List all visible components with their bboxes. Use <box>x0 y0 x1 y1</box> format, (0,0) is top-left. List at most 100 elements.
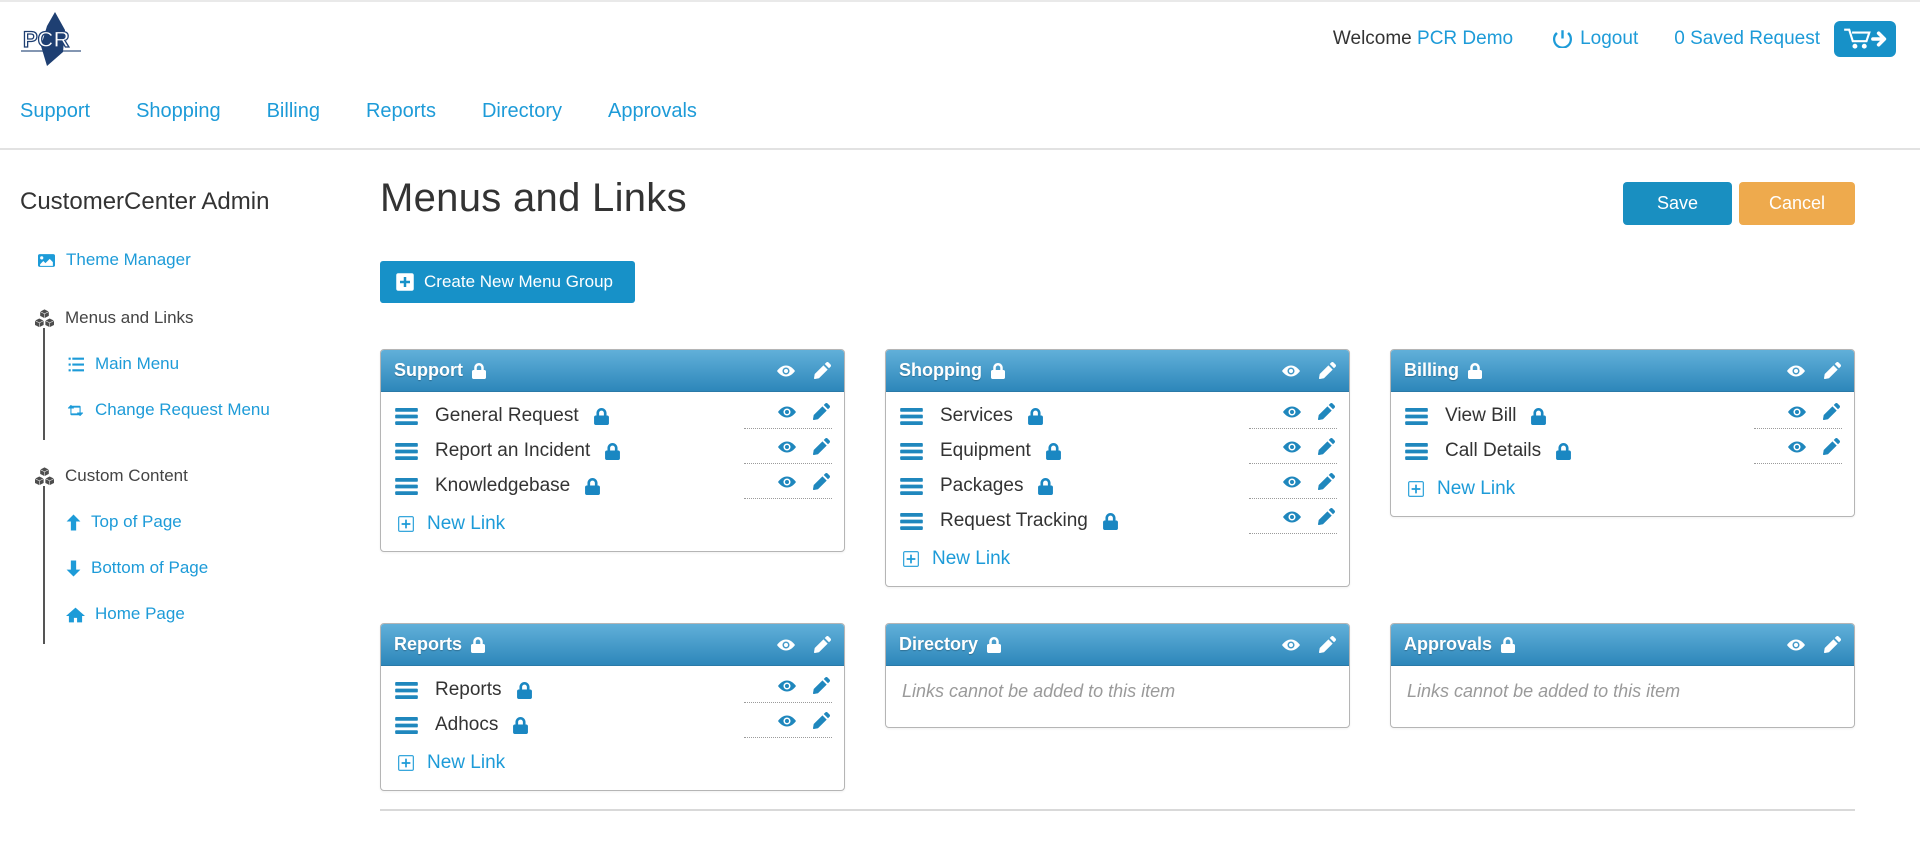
drag-handle-icon[interactable] <box>900 513 923 530</box>
eye-icon[interactable] <box>1280 637 1302 653</box>
pencil-icon[interactable] <box>813 438 830 455</box>
welcome-text: Welcome PCR Demo <box>1333 28 1513 50</box>
drag-handle-icon[interactable] <box>1405 443 1428 460</box>
drag-handle-icon[interactable] <box>1405 408 1428 425</box>
nav-item-shopping[interactable]: Shopping <box>136 100 221 123</box>
nav-item-approvals[interactable]: Approvals <box>608 100 697 123</box>
eye-icon[interactable] <box>1281 509 1303 525</box>
pencil-icon[interactable] <box>1318 438 1335 455</box>
menu-group-title: Reports <box>394 634 462 655</box>
nav-item-directory[interactable]: Directory <box>482 100 562 123</box>
eye-icon[interactable] <box>775 363 797 379</box>
menu-group-header: Reports <box>381 624 844 666</box>
new-link-button[interactable]: New Link <box>395 499 505 541</box>
cart-button[interactable] <box>1834 21 1896 57</box>
eye-icon[interactable] <box>1785 637 1807 653</box>
pencil-icon[interactable] <box>1318 473 1335 490</box>
eye-icon[interactable] <box>1280 363 1302 379</box>
lock-icon <box>1556 443 1571 460</box>
pencil-icon[interactable] <box>814 362 831 379</box>
pencil-icon[interactable] <box>813 712 830 729</box>
plus-square-icon <box>397 515 415 533</box>
sidebar-item-top-of-page[interactable]: Top of Page <box>66 512 380 532</box>
user-name-link[interactable]: PCR Demo <box>1417 28 1513 49</box>
new-link-button[interactable]: New Link <box>1405 464 1515 506</box>
menu-group-header: Directory <box>886 624 1349 666</box>
drag-handle-icon[interactable] <box>395 717 418 734</box>
eye-icon[interactable] <box>776 713 798 729</box>
create-new-menu-group-button[interactable]: Create New Menu Group <box>380 261 635 303</box>
eye-icon[interactable] <box>1281 474 1303 490</box>
eye-icon[interactable] <box>776 404 798 420</box>
pencil-icon[interactable] <box>813 677 830 694</box>
sidebar-section-menus-and-links: Menus and Links <box>34 308 380 328</box>
drag-handle-icon[interactable] <box>900 408 923 425</box>
bottom-of-page-label: Bottom of Page <box>91 558 208 578</box>
drag-handle-icon[interactable] <box>395 408 418 425</box>
image-icon <box>37 252 56 269</box>
eye-icon[interactable] <box>1281 404 1303 420</box>
logout-button[interactable]: Logout <box>1553 28 1638 50</box>
menu-link-label: Reports <box>435 679 502 701</box>
pcr-logo[interactable]: PCR <box>17 12 85 66</box>
sidebar-item-bottom-of-page[interactable]: Bottom of Page <box>66 558 380 578</box>
eye-icon[interactable] <box>1785 363 1807 379</box>
pencil-icon[interactable] <box>1319 362 1336 379</box>
nav-item-billing[interactable]: Billing <box>267 100 320 123</box>
lock-icon <box>991 363 1005 379</box>
lock-icon <box>605 443 620 460</box>
eye-icon[interactable] <box>1786 439 1808 455</box>
drag-handle-icon[interactable] <box>395 478 418 495</box>
eye-icon[interactable] <box>776 474 798 490</box>
eye-icon[interactable] <box>776 678 798 694</box>
save-button[interactable]: Save <box>1623 182 1732 225</box>
pencil-icon[interactable] <box>1319 636 1336 653</box>
change-request-menu-label: Change Request Menu <box>95 400 270 420</box>
drag-handle-icon[interactable] <box>395 682 418 699</box>
pencil-icon[interactable] <box>1318 403 1335 420</box>
eye-icon[interactable] <box>1281 439 1303 455</box>
row-actions <box>1754 403 1842 429</box>
cubes-icon <box>34 309 55 328</box>
pencil-icon[interactable] <box>1823 403 1840 420</box>
nav-item-support[interactable]: Support <box>20 100 90 123</box>
page-title: Menus and Links <box>380 176 687 221</box>
drag-handle-icon[interactable] <box>900 478 923 495</box>
pencil-icon[interactable] <box>814 636 831 653</box>
main-menu-label: Main Menu <box>95 354 179 374</box>
lock-icon <box>1103 513 1118 530</box>
pencil-icon[interactable] <box>1318 508 1335 525</box>
cancel-button[interactable]: Cancel <box>1739 182 1855 225</box>
home-page-label: Home Page <box>95 604 185 624</box>
sidebar-item-home-page[interactable]: Home Page <box>66 604 380 624</box>
eye-icon[interactable] <box>1786 404 1808 420</box>
menu-link-label: View Bill <box>1445 405 1516 427</box>
pencil-icon[interactable] <box>1824 362 1841 379</box>
sidebar-item-change-request-menu[interactable]: Change Request Menu <box>66 400 380 420</box>
pencil-icon[interactable] <box>813 403 830 420</box>
nav-item-reports[interactable]: Reports <box>366 100 436 123</box>
custom-content-label: Custom Content <box>65 466 188 486</box>
saved-request-link[interactable]: 0 Saved Request <box>1674 28 1820 50</box>
lock-icon <box>1046 443 1061 460</box>
menu-link-label: Services <box>940 405 1013 427</box>
pencil-icon[interactable] <box>813 473 830 490</box>
menu-link-row: Request Tracking <box>900 499 1337 534</box>
eye-icon[interactable] <box>776 439 798 455</box>
admin-sidebar: CustomerCenter Admin Theme Manager Menus… <box>0 150 380 811</box>
new-link-button[interactable]: New Link <box>900 534 1010 576</box>
lock-icon <box>471 637 485 653</box>
menu-link-row: Adhocs <box>395 703 832 738</box>
sidebar-item-main-menu[interactable]: Main Menu <box>66 354 380 374</box>
eye-icon[interactable] <box>775 637 797 653</box>
create-new-menu-group-label: Create New Menu Group <box>424 272 613 292</box>
pencil-icon[interactable] <box>1824 636 1841 653</box>
drag-handle-icon[interactable] <box>900 443 923 460</box>
menu-link-row: Report an Incident <box>395 429 832 464</box>
new-link-button[interactable]: New Link <box>395 738 505 780</box>
pencil-icon[interactable] <box>1823 438 1840 455</box>
lock-icon <box>585 478 600 495</box>
footer-divider <box>380 809 1855 811</box>
sidebar-item-theme-manager[interactable]: Theme Manager <box>37 250 380 270</box>
drag-handle-icon[interactable] <box>395 443 418 460</box>
